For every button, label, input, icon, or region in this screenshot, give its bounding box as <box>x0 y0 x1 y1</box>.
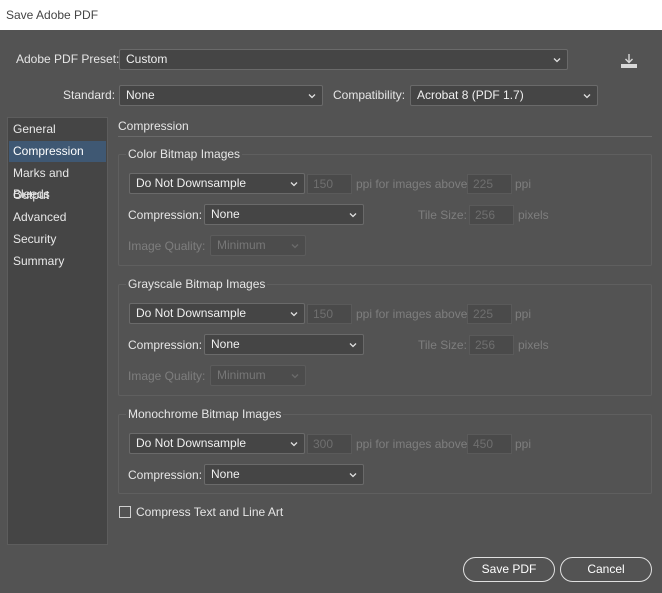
chevron-down-icon <box>289 309 299 319</box>
color-compression-select[interactable]: None <box>204 204 364 225</box>
color-bitmap-title: Color Bitmap Images <box>126 147 243 161</box>
save-preset-icon[interactable] <box>618 51 640 71</box>
color-compression-value: None <box>211 207 240 221</box>
color-above-input[interactable]: 225 <box>467 174 512 194</box>
gray-above-input[interactable]: 225 <box>467 304 512 324</box>
save-pdf-dialog: Adobe PDF Preset: Custom Standard: None … <box>0 30 662 593</box>
color-compression-label: Compression: <box>128 208 203 222</box>
chevron-down-icon <box>582 91 592 101</box>
color-tile-label: Tile Size: <box>418 208 467 222</box>
settings-category-list: General Compression Marks and Bleeds Out… <box>7 117 108 545</box>
gray-bitmap-title: Grayscale Bitmap Images <box>126 277 268 291</box>
gray-compression-value: None <box>211 337 240 351</box>
gray-tile-unit: pixels <box>518 338 549 352</box>
mono-ppi-input[interactable]: 300 <box>307 434 352 454</box>
gray-ppi-input[interactable]: 150 <box>307 304 352 324</box>
mono-ppi-unit: ppi <box>515 437 532 451</box>
preset-label: Adobe PDF Preset: <box>16 52 120 66</box>
color-tile-input[interactable]: 256 <box>469 205 514 225</box>
gray-compression-select[interactable]: None <box>204 334 364 355</box>
sidebar-item-summary[interactable]: Summary <box>9 251 106 272</box>
preset-select[interactable]: Custom <box>119 49 568 70</box>
chevron-down-icon <box>290 371 300 381</box>
sidebar-item-output[interactable]: Output <box>9 185 106 206</box>
standard-label: Standard: <box>63 88 116 102</box>
window-title: Save Adobe PDF <box>0 0 662 30</box>
chevron-down-icon <box>348 210 358 220</box>
mono-compression-value: None <box>211 467 240 481</box>
color-ppi-unit: ppi <box>515 177 532 191</box>
mono-compression-label: Compression: <box>128 468 203 482</box>
chevron-down-icon <box>289 439 299 449</box>
mono-above-input[interactable]: 450 <box>467 434 512 454</box>
standard-select[interactable]: None <box>119 85 323 106</box>
standard-value: None <box>126 88 155 102</box>
color-ppi-above-label: ppi for images above <box>356 177 468 191</box>
color-tile-unit: pixels <box>518 208 549 222</box>
compatibility-value: Acrobat 8 (PDF 1.7) <box>417 88 524 102</box>
color-downsample-select[interactable]: Do Not Downsample <box>129 173 305 194</box>
gray-tile-input[interactable]: 256 <box>469 335 514 355</box>
gray-quality-value: Minimum <box>217 368 266 382</box>
preset-value: Custom <box>126 52 168 66</box>
gray-downsample-value: Do Not Downsample <box>136 306 247 320</box>
gray-quality-select[interactable]: Minimum <box>210 365 306 386</box>
sidebar-item-marks-and-bleeds[interactable]: Marks and Bleeds <box>9 163 106 201</box>
mono-compression-select[interactable]: None <box>204 464 364 485</box>
heading-divider <box>118 136 652 137</box>
color-ppi-input[interactable]: 150 <box>307 174 352 194</box>
gray-downsample-select[interactable]: Do Not Downsample <box>129 303 305 324</box>
chevron-down-icon <box>290 241 300 251</box>
gray-compression-label: Compression: <box>128 338 203 352</box>
section-heading: Compression <box>118 119 189 133</box>
compatibility-label: Compatibility: <box>333 88 406 102</box>
sidebar-item-general[interactable]: General <box>9 119 106 140</box>
gray-ppi-above-label: ppi for images above <box>356 307 468 321</box>
mono-bitmap-title: Monochrome Bitmap Images <box>126 407 284 421</box>
gray-quality-label: Image Quality: <box>128 369 206 383</box>
chevron-down-icon <box>307 91 317 101</box>
compress-text-checkbox[interactable] <box>119 506 131 518</box>
mono-bitmap-group <box>118 414 652 494</box>
sidebar-item-security[interactable]: Security <box>9 229 106 250</box>
color-quality-label: Image Quality: <box>128 239 206 253</box>
color-quality-select[interactable]: Minimum <box>210 235 306 256</box>
save-pdf-button[interactable]: Save PDF <box>463 557 555 582</box>
chevron-down-icon <box>552 55 562 65</box>
mono-ppi-above-label: ppi for images above <box>356 437 468 451</box>
chevron-down-icon <box>348 340 358 350</box>
mono-downsample-value: Do Not Downsample <box>136 436 247 450</box>
chevron-down-icon <box>289 179 299 189</box>
chevron-down-icon <box>348 470 358 480</box>
mono-downsample-select[interactable]: Do Not Downsample <box>129 433 305 454</box>
sidebar-item-compression[interactable]: Compression <box>9 141 106 162</box>
color-quality-value: Minimum <box>217 238 266 252</box>
color-downsample-value: Do Not Downsample <box>136 176 247 190</box>
gray-tile-label: Tile Size: <box>418 338 467 352</box>
cancel-button[interactable]: Cancel <box>560 557 652 582</box>
compatibility-select[interactable]: Acrobat 8 (PDF 1.7) <box>410 85 598 106</box>
sidebar-item-advanced[interactable]: Advanced <box>9 207 106 228</box>
compress-text-label[interactable]: Compress Text and Line Art <box>136 505 283 519</box>
gray-ppi-unit: ppi <box>515 307 532 321</box>
